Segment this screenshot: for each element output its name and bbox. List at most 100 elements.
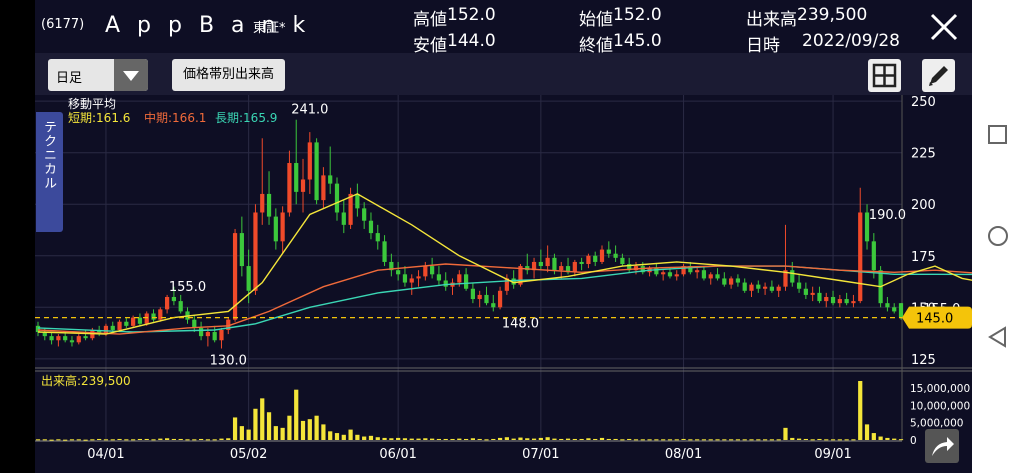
volume-by-price-button[interactable]: 価格帯別出来高	[172, 59, 285, 91]
candle-body	[661, 272, 666, 275]
candle-body	[76, 336, 81, 343]
volume-bar	[463, 438, 469, 440]
volume-bar	[151, 439, 156, 441]
volume-bar	[715, 439, 720, 441]
price-annotation: 241.0	[291, 103, 328, 118]
close-button[interactable]	[927, 10, 961, 44]
volume-bar	[368, 435, 374, 440]
volume-bar	[382, 437, 387, 440]
candle-body	[300, 179, 306, 192]
ma-short-legend: 短期:161.6	[68, 111, 131, 125]
volume-tick-label: 10,000,000	[910, 400, 970, 412]
volume-bar	[76, 439, 81, 441]
candle-body	[572, 261, 577, 273]
volume-bar	[362, 436, 367, 440]
candle-body	[830, 296, 836, 304]
volume-bar	[375, 437, 380, 440]
candle-body	[776, 286, 781, 291]
candle-body	[69, 340, 75, 343]
home-button[interactable]	[986, 224, 1010, 248]
volume-tick-label: 0	[910, 435, 917, 447]
candle-body	[898, 303, 904, 318]
candle-body	[294, 163, 299, 192]
expand-arrow-icon	[932, 437, 954, 456]
volume-bar	[97, 438, 102, 440]
candle-body	[260, 193, 265, 213]
volume-bar	[185, 439, 190, 441]
volume-bar	[613, 438, 618, 440]
candle-body	[722, 278, 727, 285]
volume-bar	[729, 439, 734, 441]
grid-lines	[35, 95, 902, 440]
pencil-icon	[929, 66, 948, 86]
volume-bar	[287, 415, 292, 440]
period-select[interactable]: 日足	[48, 59, 148, 91]
volume-bar	[559, 438, 564, 440]
volume-bar	[790, 437, 795, 440]
technical-tab-label: テクニカル	[41, 120, 56, 190]
candle-body	[545, 257, 550, 267]
volume-bar	[103, 439, 109, 441]
volume-bar	[430, 438, 435, 440]
volume-bar	[321, 424, 326, 440]
period-label: 日足	[56, 71, 83, 86]
candle-body	[790, 270, 795, 283]
volume-bar	[56, 439, 61, 441]
date-tick-label: 06/01	[379, 447, 416, 462]
circle-icon	[988, 226, 1008, 246]
volume-bar	[762, 439, 768, 441]
candle-body	[559, 266, 564, 271]
volume-bar	[110, 439, 115, 441]
chart-canvas[interactable]: 25022520017515012515,000,00010,000,0005,…	[35, 95, 972, 473]
volume-bar	[708, 439, 713, 441]
volume-bar	[579, 438, 584, 440]
volume-bar	[565, 438, 571, 440]
open-value: 152.0	[613, 5, 662, 25]
volume-bar	[892, 438, 897, 440]
date-tick-label: 05/02	[230, 447, 267, 462]
volume-bar	[334, 433, 340, 440]
date-tick-label: 08/01	[665, 447, 702, 462]
candle-body	[749, 284, 754, 291]
layout-button[interactable]	[868, 59, 901, 92]
volume-bar	[885, 437, 890, 440]
candle-body	[858, 212, 863, 302]
period-dropdown-button[interactable]	[114, 59, 148, 91]
candle-body	[423, 266, 428, 277]
volume-bar	[144, 438, 149, 440]
price-tick-label: 250	[911, 95, 936, 110]
volume-bar	[273, 426, 278, 440]
candle-body	[613, 253, 618, 258]
volume-bar	[864, 424, 870, 440]
volume-bar	[131, 439, 136, 441]
price-annotation: 190.0	[869, 208, 906, 223]
technical-tab[interactable]: テクニカル	[36, 112, 63, 232]
recent-apps-button[interactable]	[986, 123, 1010, 147]
candle-body	[484, 294, 489, 304]
volume-bar	[35, 439, 41, 441]
volume-panel-label: 出来高:239,500	[41, 374, 131, 388]
phone-screen: (6177) A p p B a n k 東証* 高値 152.0 安値 144…	[0, 0, 1024, 473]
volume-bar	[348, 429, 353, 440]
candle-body	[844, 299, 849, 304]
candle-body	[729, 278, 734, 285]
back-button[interactable]	[986, 325, 1010, 349]
draw-button[interactable]	[922, 59, 955, 92]
volume-bar	[423, 438, 428, 440]
volume-bar	[409, 438, 414, 440]
candle-body	[165, 296, 170, 310]
ma-mid-legend: 中期:166.1	[144, 111, 207, 125]
candle-body	[708, 274, 713, 279]
volume-bar	[817, 438, 822, 440]
volume-bar	[654, 439, 659, 441]
candle-body	[56, 336, 61, 341]
volume-bar	[158, 438, 163, 440]
volume-label: 出来高	[746, 10, 797, 30]
chevron-down-icon	[123, 71, 139, 81]
expand-button[interactable]	[925, 429, 959, 463]
candle-body	[402, 274, 408, 283]
square-icon	[988, 125, 1007, 144]
candle-body	[409, 278, 414, 283]
date-value: 2022/09/28	[802, 31, 900, 51]
volume-bar	[525, 438, 530, 440]
